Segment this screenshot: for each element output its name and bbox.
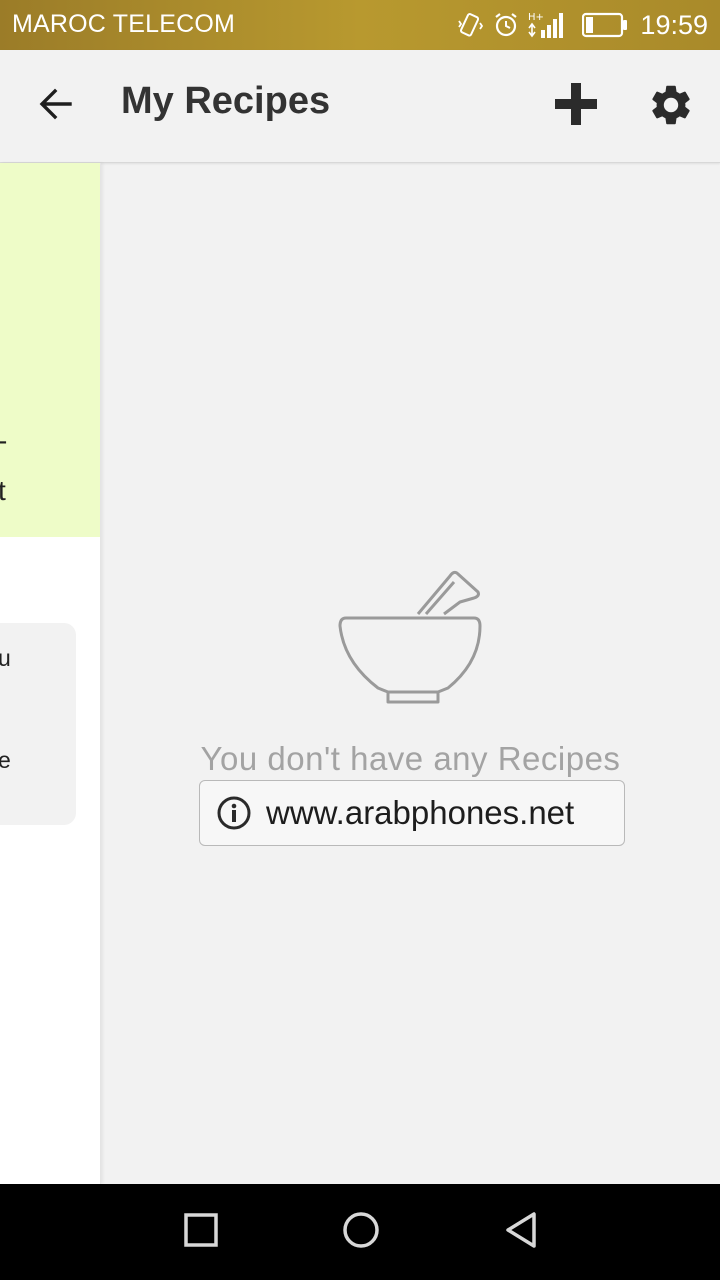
watermark-url: www.arabphones.net [266, 794, 575, 831]
info-icon [216, 795, 252, 831]
battery-icon [582, 12, 628, 38]
page-title: My Recipes [121, 80, 331, 122]
side-drawer-panel[interactable]: - t u e [0, 163, 101, 1184]
nav-back-button[interactable] [497, 1208, 545, 1256]
home-circle-icon [341, 1210, 381, 1255]
alarm-icon [492, 11, 520, 39]
status-bar: MAROC TELECOM H+ 19:59 [0, 0, 720, 50]
settings-button[interactable] [646, 82, 696, 132]
status-icons: H+ 19:59 [456, 8, 708, 42]
back-button[interactable] [30, 80, 82, 132]
app-bar: My Recipes [0, 50, 720, 163]
drawer-text-fragment: - [0, 425, 7, 457]
mortar-pestle-icon [334, 562, 486, 710]
add-recipe-button[interactable] [552, 82, 600, 130]
recents-square-icon [183, 1212, 219, 1253]
screen: MAROC TELECOM H+ 19:59 My Recipes You do… [0, 0, 720, 1280]
drawer-card-highlight[interactable]: - t [0, 163, 100, 537]
navigation-bar [0, 1184, 720, 1280]
network-type-label: H+ [528, 12, 544, 23]
drawer-text-fragment: u [0, 645, 11, 672]
carrier-name: MAROC TELECOM [12, 10, 235, 38]
arrow-left-icon [38, 86, 74, 127]
status-time: 19:59 [640, 9, 708, 40]
drawer-card-info[interactable]: u e [0, 623, 76, 825]
home-button[interactable] [337, 1208, 385, 1256]
drawer-text-fragment: e [0, 747, 11, 774]
vibrate-icon [456, 11, 484, 39]
plus-icon [555, 82, 597, 130]
signal-icon: H+ [528, 10, 566, 40]
back-triangle-icon [501, 1210, 541, 1255]
empty-state-message: You don't have any Recipes [200, 740, 621, 777]
watermark-badge: www.arabphones.net [199, 780, 625, 846]
drawer-text-fragment: t [0, 475, 6, 507]
gear-icon [647, 81, 695, 134]
recents-button[interactable] [177, 1208, 225, 1256]
